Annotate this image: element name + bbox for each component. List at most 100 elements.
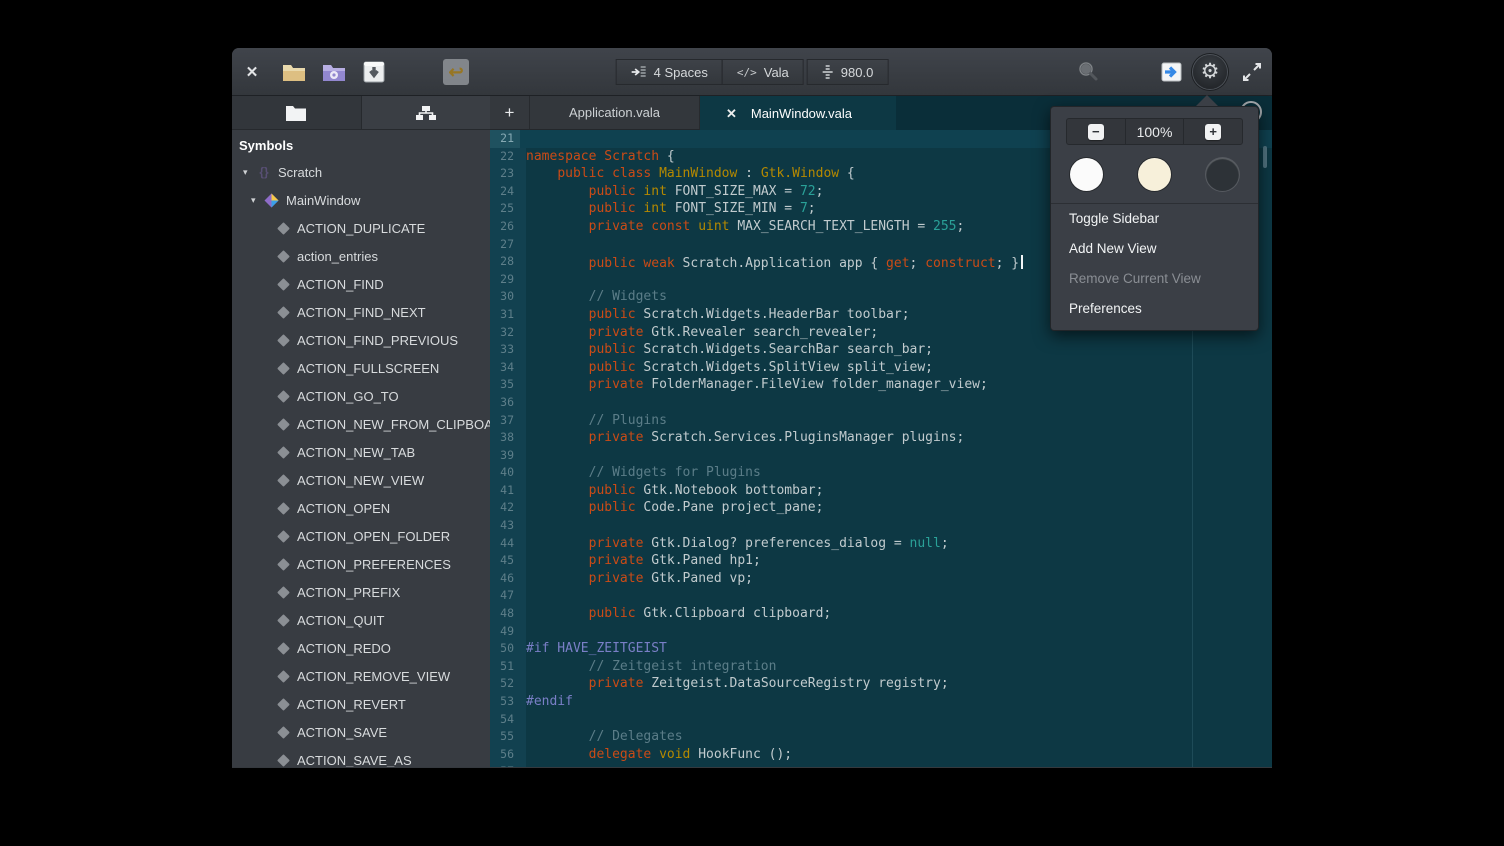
sidebar-tab-symbols[interactable]	[362, 96, 491, 129]
symbol-label: ACTION_PREFERENCES	[297, 557, 451, 572]
tab-close-button[interactable]: ✕	[726, 97, 737, 130]
save-as-button[interactable]	[361, 60, 387, 84]
symbol-label: ACTION_REVERT	[297, 697, 406, 712]
line-number: 46	[490, 570, 520, 588]
symbol-item-action_new_view[interactable]: ACTION_NEW_VIEW	[232, 466, 490, 494]
editor-scrollbar[interactable]	[1263, 146, 1267, 168]
member-icon	[277, 502, 290, 515]
code-line-37[interactable]: 37 // Plugins	[490, 412, 1272, 430]
symbols-tree: ▾{}Scratch▾MainWindowACTION_DUPLICATEact…	[232, 158, 490, 767]
code-line-38[interactable]: 38 private Scratch.Services.PluginsManag…	[490, 429, 1272, 447]
symbol-item-action_preferences[interactable]: ACTION_PREFERENCES	[232, 550, 490, 578]
line-number: 29	[490, 271, 520, 289]
code-line-35[interactable]: 35 private FolderManager.FileView folder…	[490, 376, 1272, 394]
symbol-item-action_open_folder[interactable]: ACTION_OPEN_FOLDER	[232, 522, 490, 550]
menu-item-toggle-sidebar[interactable]: Toggle Sidebar	[1051, 204, 1258, 234]
new-from-template-button[interactable]	[321, 61, 347, 83]
symbol-item-action_open[interactable]: ACTION_OPEN	[232, 494, 490, 522]
code-line-56[interactable]: 56 delegate void HookFunc ();	[490, 746, 1272, 764]
goto-line-button[interactable]: 980.0	[807, 59, 889, 85]
code-line-34[interactable]: 34 public Scratch.Widgets.SplitView spli…	[490, 359, 1272, 377]
code-line-36[interactable]: 36	[490, 394, 1272, 412]
code-line-50[interactable]: 50#if HAVE_ZEITGEIST	[490, 640, 1272, 658]
code-line-52[interactable]: 52 private Zeitgeist.DataSourceRegistry …	[490, 675, 1272, 693]
code-line-41[interactable]: 41 public Gtk.Notebook bottombar;	[490, 482, 1272, 500]
line-number: 38	[490, 429, 520, 447]
symbol-item-scratch[interactable]: ▾{}Scratch	[232, 158, 490, 186]
search-button[interactable]	[1075, 59, 1101, 85]
symbol-item-action_fullscreen[interactable]: ACTION_FULLSCREEN	[232, 354, 490, 382]
symbol-item-action_save[interactable]: ACTION_SAVE	[232, 718, 490, 746]
line-number: 23	[490, 165, 520, 183]
symbol-item-action_prefix[interactable]: ACTION_PREFIX	[232, 578, 490, 606]
code-line-47[interactable]: 47	[490, 587, 1272, 605]
window-close-button[interactable]: ✕	[243, 63, 261, 81]
language-button[interactable]: </> Vala	[722, 59, 804, 85]
symbol-item-action_find_next[interactable]: ACTION_FIND_NEXT	[232, 298, 490, 326]
code-line-53[interactable]: 53#endif	[490, 693, 1272, 711]
folder-icon	[285, 104, 307, 122]
symbol-item-action_save_as[interactable]: ACTION_SAVE_AS	[232, 746, 490, 767]
sidebar-tab-files[interactable]	[232, 96, 362, 129]
code-line-33[interactable]: 33 public Scratch.Widgets.SearchBar sear…	[490, 341, 1272, 359]
share-button[interactable]	[1159, 59, 1185, 85]
line-number: 33	[490, 341, 520, 359]
symbol-label: ACTION_SAVE	[297, 725, 387, 740]
symbol-item-action_go_to[interactable]: ACTION_GO_TO	[232, 382, 490, 410]
symbol-item-action_quit[interactable]: ACTION_QUIT	[232, 606, 490, 634]
code-line-48[interactable]: 48 public Gtk.Clipboard clipboard;	[490, 605, 1272, 623]
scheme-dark-button[interactable]	[1206, 158, 1239, 191]
indent-icon	[631, 65, 647, 79]
code-line-42[interactable]: 42 public Code.Pane project_pane;	[490, 499, 1272, 517]
popover-menu-items: Toggle SidebarAdd New ViewRemove Current…	[1051, 204, 1258, 324]
new-tab-button[interactable]: +	[490, 96, 530, 130]
code-text: delegate void HookFunc ();	[520, 746, 792, 764]
code-line-40[interactable]: 40 // Widgets for Plugins	[490, 464, 1272, 482]
symbol-item-action_revert[interactable]: ACTION_REVERT	[232, 690, 490, 718]
member-icon	[277, 390, 290, 403]
fullscreen-button[interactable]	[1241, 61, 1263, 83]
symbol-item-action_new_tab[interactable]: ACTION_NEW_TAB	[232, 438, 490, 466]
open-file-button[interactable]	[281, 61, 307, 83]
app-menu-button[interactable]: ⚙	[1193, 55, 1227, 89]
symbol-item-action_remove_view[interactable]: ACTION_REMOVE_VIEW	[232, 662, 490, 690]
member-icon	[277, 306, 290, 319]
code-line-57[interactable]: 57	[490, 763, 1272, 767]
symbol-item-action_redo[interactable]: ACTION_REDO	[232, 634, 490, 662]
code-line-54[interactable]: 54	[490, 711, 1272, 729]
code-text: public Gtk.Clipboard clipboard;	[520, 605, 831, 623]
code-line-39[interactable]: 39	[490, 447, 1272, 465]
zoom-in-button[interactable]: +	[1184, 119, 1242, 144]
indent-width-button[interactable]: 4 Spaces	[616, 59, 723, 85]
symbol-label: ACTION_OPEN	[297, 501, 390, 516]
symbol-item-action_entries[interactable]: action_entries	[232, 242, 490, 270]
code-line-51[interactable]: 51 // Zeitgeist integration	[490, 658, 1272, 676]
document-settings-group: 4 Spaces </> Vala 980.0	[616, 59, 889, 85]
symbol-item-action_find[interactable]: ACTION_FIND	[232, 270, 490, 298]
goto-line-label: 980.0	[841, 65, 874, 80]
symbol-item-mainwindow[interactable]: ▾MainWindow	[232, 186, 490, 214]
code-line-46[interactable]: 46 private Gtk.Paned vp;	[490, 570, 1272, 588]
line-number: 37	[490, 412, 520, 430]
symbol-item-action_new_from_clipboard[interactable]: ACTION_NEW_FROM_CLIPBOARD	[232, 410, 490, 438]
disclosure-triangle-icon[interactable]: ▾	[243, 167, 256, 178]
revert-button[interactable]: ↩	[443, 59, 469, 85]
scheme-solarized-light-button[interactable]	[1138, 158, 1171, 191]
code-line-55[interactable]: 55 // Delegates	[490, 728, 1272, 746]
code-line-49[interactable]: 49	[490, 623, 1272, 641]
code-line-43[interactable]: 43	[490, 517, 1272, 535]
tab-application.vala[interactable]: Application.vala	[530, 96, 700, 130]
tab-mainwindow.vala[interactable]: ✕MainWindow.vala	[700, 96, 896, 130]
symbol-item-action_duplicate[interactable]: ACTION_DUPLICATE	[232, 214, 490, 242]
disclosure-triangle-icon[interactable]: ▾	[251, 195, 264, 206]
line-number: 43	[490, 517, 520, 535]
menu-item-preferences[interactable]: Preferences	[1051, 294, 1258, 324]
scheme-white-button[interactable]	[1070, 158, 1103, 191]
namespace-icon: {}	[256, 165, 272, 179]
zoom-out-button[interactable]: −	[1067, 119, 1126, 144]
class-icon	[264, 193, 279, 208]
code-line-45[interactable]: 45 private Gtk.Paned hp1;	[490, 552, 1272, 570]
menu-item-add-new-view[interactable]: Add New View	[1051, 234, 1258, 264]
code-line-44[interactable]: 44 private Gtk.Dialog? preferences_dialo…	[490, 535, 1272, 553]
symbol-item-action_find_previous[interactable]: ACTION_FIND_PREVIOUS	[232, 326, 490, 354]
